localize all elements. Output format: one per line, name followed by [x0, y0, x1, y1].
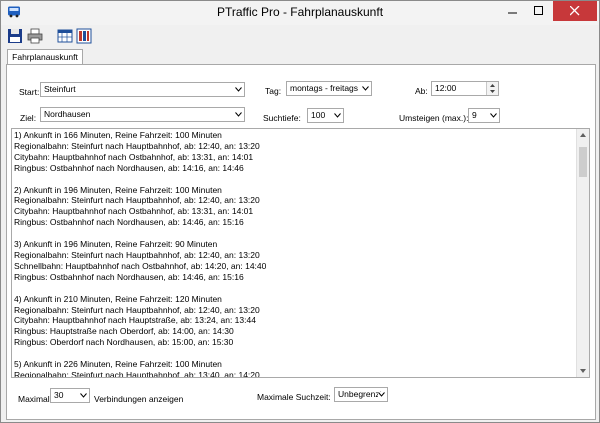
maximize-icon — [534, 6, 543, 15]
result-line: Citybahn: Hauptbahnhof nach Hauptstraße,… — [14, 315, 256, 326]
chevron-down-icon — [334, 113, 341, 118]
result-line: 2) Ankunft in 196 Minuten, Reine Fahrzei… — [14, 184, 222, 195]
save-icon[interactable] — [7, 28, 23, 44]
result-line: Ringbus: Oberdorf nach Nordhausen, ab: 1… — [14, 337, 234, 348]
ziel-combobox[interactable]: Nordhausen — [40, 107, 245, 122]
ab-label: Ab: — [415, 86, 428, 96]
result-line: Ringbus: Ostbahnhof nach Nordhausen, ab:… — [14, 162, 244, 173]
result-line: Ringbus: Ostbahnhof nach Nordhausen, ab:… — [14, 217, 244, 228]
ab-time-input[interactable]: 12:00 — [431, 81, 499, 96]
results-textarea[interactable]: 1) Ankunft in 166 Minuten, Reine Fahrzei… — [11, 128, 590, 378]
time-spinner[interactable] — [486, 82, 498, 95]
results-text: 1) Ankunft in 166 Minuten, Reine Fahrzei… — [14, 130, 574, 378]
title-bar: PTraffic Pro - Fahrplanauskunft — [1, 1, 599, 25]
maximal-select[interactable]: 30 — [50, 388, 90, 403]
close-button[interactable] — [553, 1, 597, 21]
result-line: 5) Ankunft in 226 Minuten, Reine Fahrzei… — [14, 359, 222, 370]
result-line — [14, 174, 574, 185]
suchtiefe-label: Suchtiefe: — [263, 113, 301, 123]
chevron-down-icon — [490, 113, 497, 118]
result-line: Ringbus: Ostbahnhof nach Nordhausen, ab:… — [14, 271, 244, 282]
chevron-down-icon — [235, 112, 242, 117]
tag-label: Tag: — [265, 86, 282, 96]
umsteigen-value: 9 — [472, 110, 477, 120]
result-line: Citybahn: Hauptbahnhof nach Ostbahnhof, … — [14, 151, 254, 162]
result-line — [14, 348, 574, 359]
start-value: Steinfurt — [44, 84, 76, 94]
spinner-arrows-icon — [490, 84, 495, 93]
chevron-down-icon — [378, 392, 385, 397]
suchzeit-label: Maximale Suchzeit: — [257, 392, 331, 402]
chevron-down-icon — [80, 393, 87, 398]
result-line: Regionalbahn: Steinfurt nach Hauptbahnho… — [14, 304, 260, 315]
chevron-down-icon — [235, 87, 242, 92]
umsteigen-select[interactable]: 9 — [468, 108, 500, 123]
result-line: 3) Ankunft in 196 Minuten, Reine Fahrzei… — [14, 239, 218, 250]
result-line: Ringbus: Hauptstraße nach Oberdorf, ab: … — [14, 326, 234, 337]
minimize-button[interactable] — [500, 1, 526, 21]
scroll-up-icon[interactable] — [580, 133, 586, 137]
maximal-label: Maximal — [18, 394, 50, 404]
calendar-icon[interactable] — [57, 28, 73, 44]
toolbar — [1, 25, 599, 47]
verbindungen-label: Verbindungen anzeigen — [94, 394, 184, 404]
suchzeit-value: Unbegrenzt — [338, 389, 382, 399]
print-icon[interactable] — [27, 28, 43, 44]
tag-value: montags - freitags — [290, 83, 359, 93]
results-scrollbar[interactable] — [576, 129, 589, 377]
ziel-label: Ziel: — [20, 113, 37, 123]
maximal-value: 30 — [54, 390, 64, 400]
umsteigen-label: Umsteigen (max.): — [399, 113, 469, 123]
suchzeit-select[interactable]: Unbegrenzt — [334, 387, 388, 402]
result-line: 1) Ankunft in 166 Minuten, Reine Fahrzei… — [14, 130, 222, 140]
result-line: Schnellbahn: Hauptbahnhof nach Ostbahnho… — [14, 260, 267, 271]
tag-select[interactable]: montags - freitags — [286, 81, 372, 96]
tab-panel: Start: Steinfurt Ziel: Nordhausen Tag: m… — [6, 64, 596, 420]
tab-fahrplanauskunft[interactable]: Fahrplanauskunft — [7, 49, 83, 65]
result-line: Citybahn: Hauptbahnhof nach Ostbahnhof, … — [14, 206, 254, 217]
result-line: 4) Ankunft in 210 Minuten, Reine Fahrzei… — [14, 293, 222, 304]
timetable-icon[interactable] — [76, 28, 92, 44]
scroll-down-icon[interactable] — [580, 369, 586, 373]
suchtiefe-select[interactable]: 100 — [307, 108, 344, 123]
result-line: Regionalbahn: Steinfurt nach Hauptbahnho… — [14, 195, 260, 206]
close-icon — [570, 6, 580, 16]
ab-value: 12:00 — [435, 83, 457, 93]
maximize-button[interactable] — [526, 1, 552, 21]
app-window: PTraffic Pro - Fahrplanauskunft Fahrplan… — [0, 0, 600, 423]
suchtiefe-value: 100 — [311, 110, 326, 120]
result-line: Regionalbahn: Steinfurt nach Hauptbahnho… — [14, 249, 260, 260]
chevron-down-icon — [362, 86, 369, 91]
start-label: Start: — [19, 87, 40, 97]
result-line — [14, 228, 574, 239]
scroll-thumb[interactable] — [579, 147, 587, 177]
result-line — [14, 283, 574, 294]
result-line: Regionalbahn: Steinfurt nach Hauptbahnho… — [14, 369, 260, 378]
ziel-value: Nordhausen — [44, 109, 91, 119]
result-line: Regionalbahn: Steinfurt nach Hauptbahnho… — [14, 140, 260, 151]
minimize-icon — [508, 12, 517, 14]
start-combobox[interactable]: Steinfurt — [40, 82, 245, 97]
